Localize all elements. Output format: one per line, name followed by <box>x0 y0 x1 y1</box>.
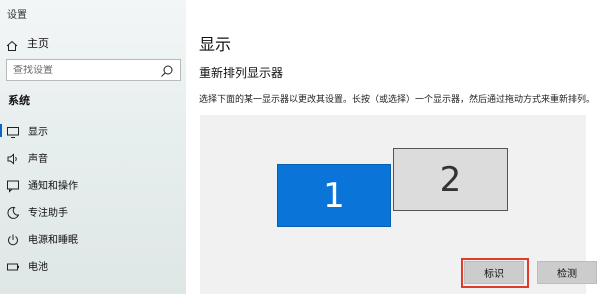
sidebar-item-label: 声音 <box>28 154 48 165</box>
power-icon <box>6 232 20 246</box>
sidebar-item-notifications[interactable]: 通知和操作 <box>0 171 186 198</box>
settings-window: 设置 主页 系统 显示 声 <box>0 0 600 294</box>
home-icon <box>6 37 18 51</box>
notification-icon <box>6 178 20 193</box>
sidebar-item-sound[interactable]: 声音 <box>0 144 186 171</box>
home-link[interactable]: 主页 <box>6 36 49 51</box>
page-title: 显示 <box>199 35 232 54</box>
display-2[interactable]: 2 <box>393 148 508 211</box>
sidebar: 设置 主页 系统 显示 声 <box>0 0 186 294</box>
identify-button[interactable]: 标识 <box>464 261 524 284</box>
speaker-icon <box>6 151 20 165</box>
search-icon[interactable] <box>160 63 174 77</box>
section-subtitle: 重新排列显示器 <box>199 66 284 80</box>
display-1[interactable]: 1 <box>277 164 391 227</box>
app-title: 设置 <box>7 10 27 21</box>
section-header-system: 系统 <box>8 94 30 107</box>
sidebar-item-battery[interactable]: 电池 <box>0 252 186 279</box>
section-description: 选择下面的某一显示器以更改其设置。长按（或选择）一个显示器，然后通过拖动方式来重… <box>199 95 596 105</box>
battery-icon <box>6 259 20 273</box>
search-box[interactable] <box>6 59 181 81</box>
monitor-icon <box>6 124 20 138</box>
sidebar-item-label: 显示 <box>28 127 48 138</box>
search-input[interactable] <box>7 64 160 76</box>
display-arrangement-area: 1 2 标识 检测 <box>200 115 597 294</box>
detect-button[interactable]: 检测 <box>537 261 597 284</box>
sidebar-item-label: 电池 <box>28 262 48 273</box>
sidebar-item-display[interactable]: 显示 <box>0 117 186 144</box>
sidebar-item-label: 专注助手 <box>28 208 68 219</box>
main-content: 显示 重新排列显示器 选择下面的某一显示器以更改其设置。长按（或选择）一个显示器… <box>186 0 600 294</box>
sidebar-item-label: 电源和睡眠 <box>28 235 78 246</box>
sidebar-item-power-sleep[interactable]: 电源和睡眠 <box>0 225 186 252</box>
home-label: 主页 <box>27 37 49 50</box>
moon-icon <box>6 205 20 219</box>
sidebar-item-focus-assist[interactable]: 专注助手 <box>0 198 186 225</box>
sidebar-item-label: 通知和操作 <box>28 181 78 192</box>
sidebar-nav: 显示 声音 通知和操作 专注助手 电源和睡眠 电池 <box>0 117 186 279</box>
